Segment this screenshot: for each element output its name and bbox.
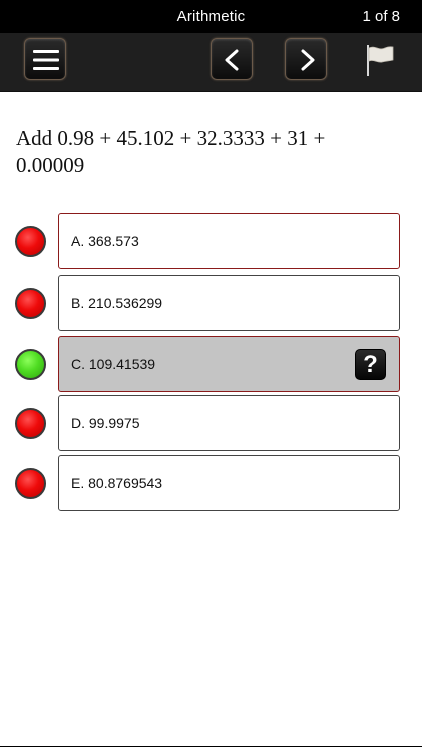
chevron-left-icon xyxy=(225,49,239,71)
answer-box-selected[interactable]: C. 109.41539 ? xyxy=(58,336,400,392)
status-indicator-red xyxy=(15,468,46,499)
answer-option-c[interactable]: C. 109.41539 ? xyxy=(0,336,422,392)
previous-button[interactable] xyxy=(211,38,253,80)
answer-label: C. 109.41539 xyxy=(71,356,156,372)
flag-icon xyxy=(367,45,394,76)
bottom-divider xyxy=(0,746,422,747)
status-indicator-red xyxy=(15,226,46,257)
chevron-right-icon xyxy=(301,49,315,71)
status-indicator-red xyxy=(15,288,46,319)
answer-box[interactable]: E. 80.8769543 xyxy=(58,455,400,511)
screen-title: Arithmetic xyxy=(176,8,246,25)
answer-option-a[interactable]: A. 368.573 xyxy=(0,213,422,269)
quiz-screen: Arithmetic 1 of 8 Add 0.98 + 45.102 + 32… xyxy=(0,0,422,750)
answer-label: E. 80.8769543 xyxy=(71,475,163,491)
answer-label: B. 210.536299 xyxy=(71,295,163,311)
hamburger-menu-icon xyxy=(33,50,59,70)
status-indicator-green xyxy=(15,349,46,380)
toolbar xyxy=(0,33,422,92)
answer-option-e[interactable]: E. 80.8769543 xyxy=(0,455,422,511)
flag-button[interactable] xyxy=(362,42,396,78)
status-indicator-red xyxy=(15,408,46,439)
question-text: Add 0.98 + 45.102 + 32.3333 + 31 + 0.000… xyxy=(16,126,326,177)
menu-button[interactable] xyxy=(24,38,66,80)
answer-label: A. 368.573 xyxy=(71,233,139,249)
answer-box[interactable]: B. 210.536299 xyxy=(58,275,400,331)
answer-option-b[interactable]: B. 210.536299 xyxy=(0,275,422,331)
answer-box[interactable]: A. 368.573 xyxy=(58,213,400,269)
help-button[interactable]: ? xyxy=(355,349,386,380)
question-counter: 1 of 8 xyxy=(362,8,400,25)
answer-option-d[interactable]: D. 99.9975 xyxy=(0,395,422,451)
title-bar: Arithmetic 1 of 8 xyxy=(0,0,422,33)
answer-label: D. 99.9975 xyxy=(71,415,140,431)
next-button[interactable] xyxy=(285,38,327,80)
answer-box[interactable]: D. 99.9975 xyxy=(58,395,400,451)
